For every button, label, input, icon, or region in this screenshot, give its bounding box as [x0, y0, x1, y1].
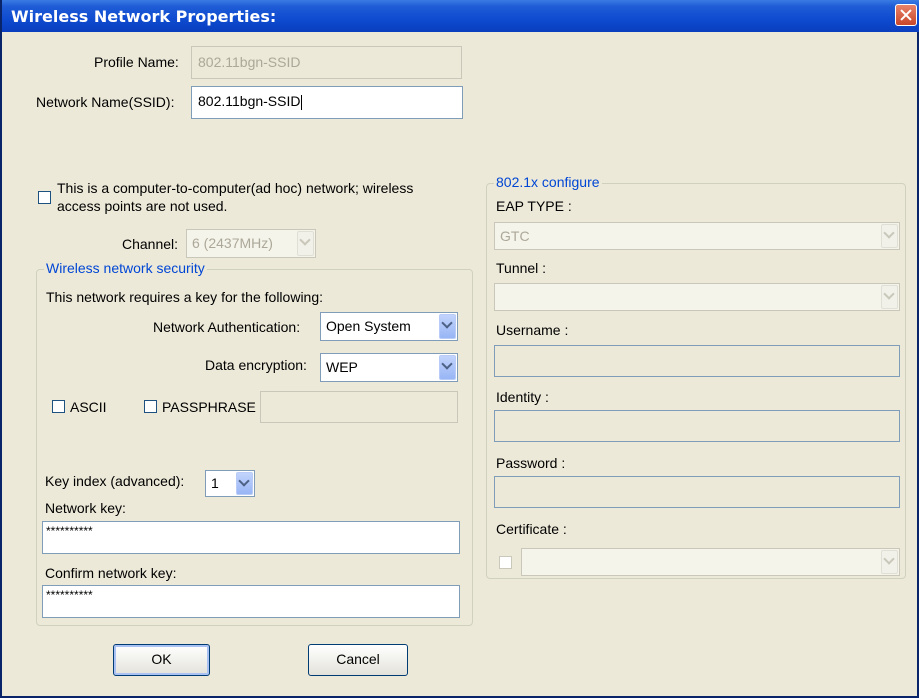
ascii-checkbox[interactable] [52, 400, 65, 413]
wireless-properties-dialog: Wireless Network Properties: Profile Nam… [0, 0, 919, 698]
profile-name-label: Profile Name: [94, 54, 179, 70]
confirm-key-input[interactable]: ********** [42, 585, 460, 618]
identity-input [494, 410, 900, 442]
adhoc-checkbox[interactable] [38, 191, 51, 204]
network-key-label: Network key: [45, 500, 126, 516]
window-title: Wireless Network Properties: [11, 7, 277, 26]
data-encryption-select[interactable]: WEP [320, 353, 458, 382]
confirm-key-label: Confirm network key: [45, 565, 177, 581]
eap-type-label: EAP TYPE : [496, 198, 572, 214]
passphrase-label: PASSPHRASE [162, 399, 256, 415]
dot1x-group-title: 802.1x configure [494, 174, 602, 190]
network-key-input[interactable]: ********** [42, 521, 460, 554]
ok-button[interactable]: OK [113, 644, 210, 676]
title-bar[interactable]: Wireless Network Properties: [2, 0, 919, 32]
username-input [494, 345, 900, 377]
ascii-label: ASCII [70, 399, 107, 415]
ssid-input[interactable]: 802.11bgn-SSID [191, 86, 463, 119]
chevron-down-icon [881, 285, 898, 309]
text-caret [301, 94, 303, 110]
profile-name-field: 802.11bgn-SSID [191, 46, 462, 79]
passphrase-input [260, 391, 458, 423]
chevron-down-icon[interactable] [439, 314, 456, 339]
requires-key-label: This network requires a key for the foll… [46, 289, 324, 305]
passphrase-checkbox[interactable] [144, 400, 157, 413]
adhoc-label-line1: This is a computer-to-computer(ad hoc) n… [57, 180, 414, 196]
chevron-down-icon [881, 224, 898, 248]
ssid-label: Network Name(SSID): [36, 94, 175, 110]
tunnel-label: Tunnel : [496, 260, 547, 276]
chevron-down-icon[interactable] [439, 355, 456, 380]
close-icon[interactable] [895, 4, 917, 26]
chevron-down-icon[interactable] [236, 472, 253, 495]
chevron-down-icon [297, 231, 314, 256]
network-auth-select[interactable]: Open System [320, 312, 458, 341]
cancel-button[interactable]: Cancel [308, 644, 408, 676]
key-index-label: Key index (advanced): [45, 473, 185, 489]
certificate-checkbox [499, 556, 512, 569]
identity-label: Identity : [496, 389, 549, 405]
network-auth-label: Network Authentication: [153, 319, 301, 335]
eap-type-select: GTC [494, 222, 900, 250]
channel-select: 6 (2437MHz) [186, 229, 316, 258]
password-label: Password : [496, 455, 566, 471]
key-index-select[interactable]: 1 [205, 470, 255, 497]
username-label: Username : [496, 322, 569, 338]
data-encryption-label: Data encryption: [205, 357, 307, 373]
password-input [494, 476, 900, 508]
certificate-select [521, 548, 900, 576]
tunnel-select [494, 283, 900, 311]
certificate-label: Certificate : [496, 521, 567, 537]
security-group-title: Wireless network security [44, 260, 207, 276]
adhoc-label-line2: access points are not used. [57, 198, 228, 214]
channel-label: Channel: [122, 236, 179, 252]
chevron-down-icon [881, 550, 898, 574]
